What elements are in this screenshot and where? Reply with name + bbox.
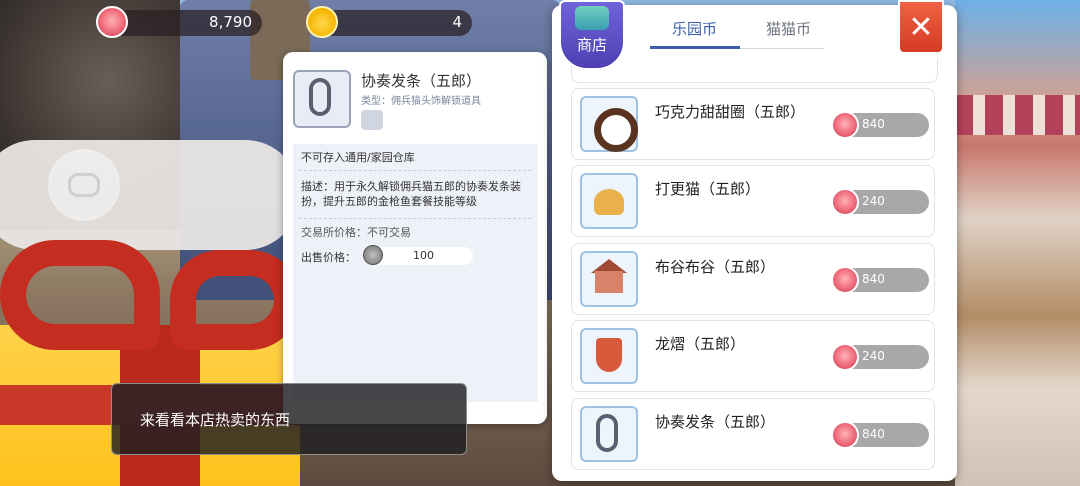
tooltip-description: 描述：用于永久解锁佣兵猫五郎的协奏发条装扮，提升五郎的金枪鱼套餐技能等级 bbox=[301, 180, 521, 208]
paw-coin-icon bbox=[306, 6, 338, 38]
price-value: 240 bbox=[862, 194, 885, 208]
currency-pig-bar: 8,790 bbox=[96, 6, 262, 38]
shop-badge: 商店 bbox=[559, 0, 625, 70]
sell-price-value: 100 bbox=[413, 249, 434, 262]
price-button[interactable]: 240 bbox=[831, 343, 929, 371]
price-button[interactable]: 840 bbox=[831, 266, 929, 294]
currency-pig-value: 8,790 bbox=[209, 13, 252, 31]
item-name: 协奏发条（五郎） bbox=[655, 413, 776, 431]
item-thumbnail bbox=[580, 328, 638, 384]
price-button[interactable]: 240 bbox=[831, 188, 929, 216]
item-thumbnail bbox=[580, 251, 638, 307]
list-item-partial[interactable] bbox=[571, 58, 938, 83]
tab-active-indicator bbox=[650, 46, 740, 49]
divider bbox=[299, 218, 531, 219]
tooltip-trade-price: 交易所价格：不可交易 bbox=[301, 226, 411, 239]
item-name: 巧克力甜甜圈（五郎） bbox=[655, 103, 806, 121]
pig-coin-icon bbox=[831, 421, 859, 449]
donut-icon bbox=[594, 108, 638, 152]
price-value: 240 bbox=[862, 349, 885, 363]
item-thumbnail bbox=[580, 173, 638, 229]
tab-park-coin[interactable]: 乐园币 bbox=[672, 18, 717, 39]
divider bbox=[299, 170, 531, 171]
close-button[interactable]: ✕ bbox=[898, 0, 944, 54]
item-name: 打更猫（五郎） bbox=[655, 180, 761, 198]
price-button[interactable]: 840 bbox=[831, 111, 929, 139]
pig-coin-icon bbox=[96, 6, 128, 38]
price-value: 840 bbox=[862, 427, 885, 441]
shop-badge-label: 商店 bbox=[576, 36, 607, 54]
background-awning bbox=[955, 95, 1080, 135]
item-thumbnail bbox=[580, 96, 638, 152]
chat-bubble-button[interactable] bbox=[51, 152, 117, 218]
tooltip-sell-label: 出售价格： bbox=[301, 251, 356, 264]
tooltip-body: 不可存入通用/家园仓库 描述：用于永久解锁佣兵猫五郎的协奏发条装扮，提升五郎的金… bbox=[293, 144, 538, 402]
npc-dialog[interactable]: 来看看本店热卖的东西 bbox=[111, 383, 467, 455]
tooltip-title: 协奏发条（五郎） bbox=[361, 72, 482, 90]
tooltip-item-thumbnail bbox=[293, 70, 351, 128]
tooltip-type: 类型：佣兵猫头饰解锁道具 bbox=[361, 96, 481, 107]
background-cloud bbox=[0, 140, 300, 250]
list-item[interactable]: 打更猫（五郎） 240 bbox=[571, 165, 935, 237]
pig-coin-icon bbox=[831, 111, 859, 139]
pig-coin-icon bbox=[831, 266, 859, 294]
tab-cat-coin[interactable]: 猫猫币 bbox=[766, 18, 811, 39]
pig-coin-icon bbox=[831, 188, 859, 216]
npc-dialog-text: 来看看本店热卖的东西 bbox=[140, 411, 291, 429]
dragon-shield-icon bbox=[596, 338, 622, 372]
list-item[interactable]: 龙熠（五郎） 240 bbox=[571, 320, 935, 392]
item-tooltip: 协奏发条（五郎） 类型：佣兵猫头饰解锁道具 不可存入通用/家园仓库 描述：用于永… bbox=[283, 52, 547, 424]
price-value: 840 bbox=[862, 117, 885, 131]
list-item[interactable]: 协奏发条（五郎） 840 bbox=[571, 398, 935, 470]
price-button[interactable]: 840 bbox=[831, 421, 929, 449]
chat-bubble-icon bbox=[68, 173, 100, 197]
list-item[interactable]: 巧克力甜甜圈（五郎） 840 bbox=[571, 88, 935, 160]
price-value: 840 bbox=[862, 272, 885, 286]
divider bbox=[740, 48, 824, 49]
list-item[interactable]: 布谷布谷（五郎） 840 bbox=[571, 243, 935, 315]
wind-up-key-icon bbox=[309, 78, 331, 116]
currency-paw-bar: 4 bbox=[306, 6, 472, 38]
sell-price-pill: 100 bbox=[363, 245, 473, 265]
item-name: 龙熠（五郎） bbox=[655, 335, 746, 353]
cuckoo-house-icon bbox=[595, 271, 623, 293]
bell-cat-icon bbox=[594, 189, 624, 215]
background-market bbox=[955, 0, 1080, 486]
preview-icon[interactable] bbox=[361, 110, 383, 130]
tooltip-note: 不可存入通用/家园仓库 bbox=[301, 151, 415, 164]
silver-coin-icon bbox=[363, 245, 383, 265]
shop-stall-icon bbox=[575, 6, 609, 30]
item-thumbnail bbox=[580, 406, 638, 462]
currency-paw-value: 4 bbox=[452, 13, 462, 31]
wind-up-key-icon bbox=[596, 414, 618, 452]
item-name: 布谷布谷（五郎） bbox=[655, 258, 776, 276]
pig-coin-icon bbox=[831, 343, 859, 371]
